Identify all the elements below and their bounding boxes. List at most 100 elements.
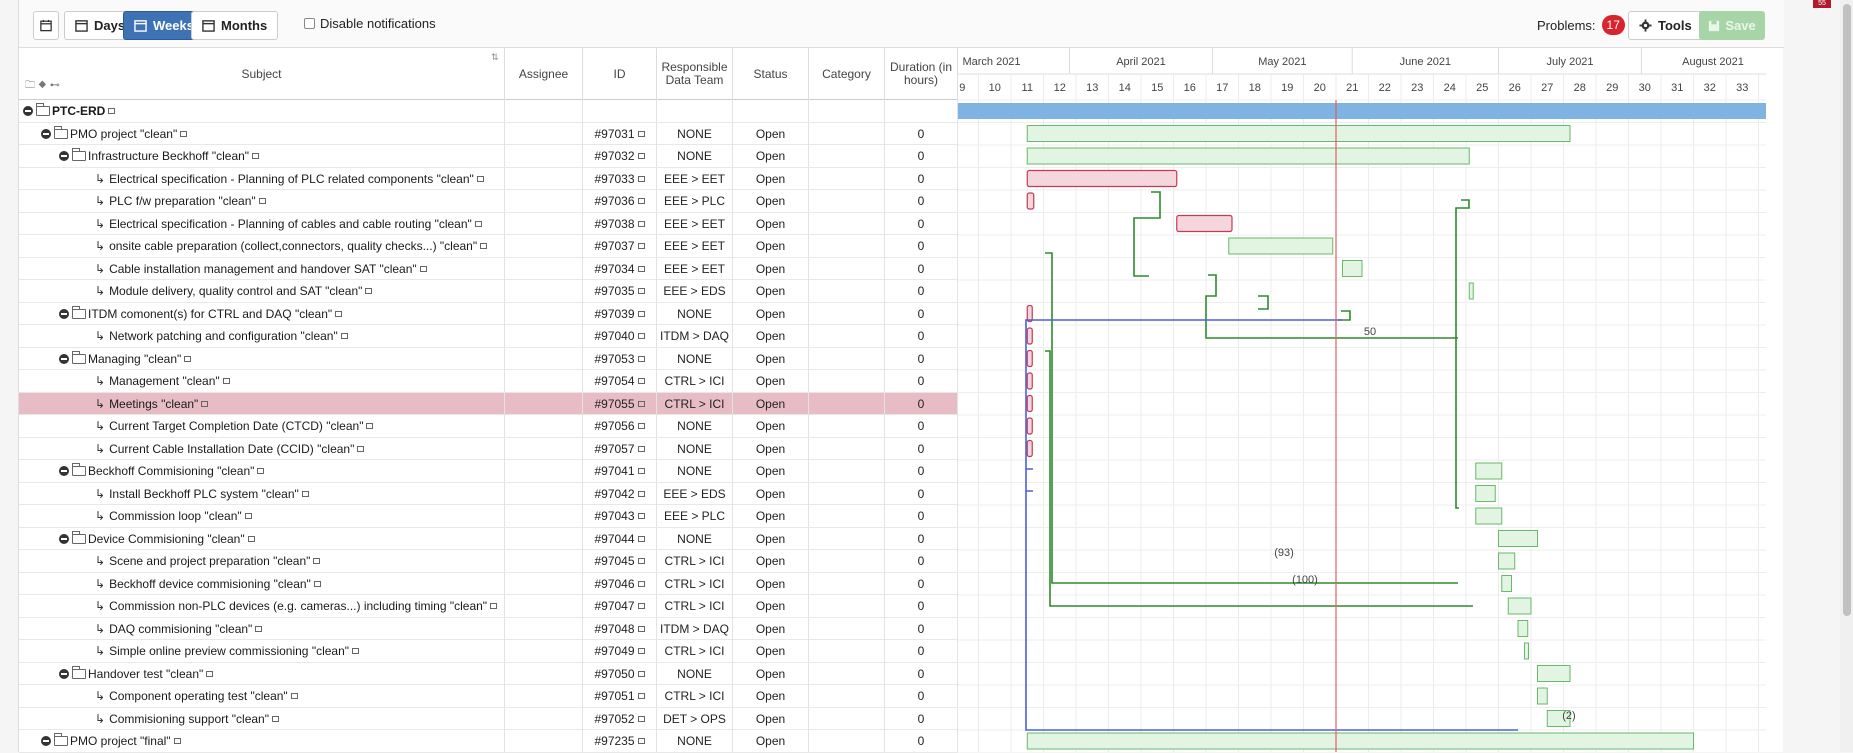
- id-cell[interactable]: #97033: [583, 167, 657, 190]
- collapse-toggle-icon[interactable]: [59, 668, 69, 679]
- subject-cell[interactable]: ↳ Current Cable Installation Date (CCID) …: [19, 437, 505, 460]
- subject-text[interactable]: Current Cable Installation Date (CCID) "…: [109, 442, 354, 456]
- duration-cell[interactable]: [885, 100, 958, 122]
- subject-cell[interactable]: ↳ Network patching and configuration "cle…: [19, 325, 505, 347]
- table-row[interactable]: PTC-ERD: [19, 100, 958, 123]
- open-detail-icon[interactable]: [637, 130, 645, 137]
- status-cell[interactable]: Open: [733, 370, 809, 392]
- task-bar[interactable]: [1026, 732, 1694, 750]
- open-detail-icon[interactable]: [258, 198, 266, 204]
- category-cell[interactable]: [809, 302, 885, 325]
- table-row[interactable]: ↳ Cable installation management and hando…: [19, 257, 958, 280]
- duration-cell[interactable]: 0: [885, 617, 958, 640]
- open-detail-icon[interactable]: [247, 535, 255, 542]
- assignee-cell[interactable]: [505, 347, 583, 370]
- assignee-cell[interactable]: [505, 325, 583, 347]
- task-bar[interactable]: [1026, 372, 1033, 390]
- status-cell[interactable]: Open: [733, 280, 809, 302]
- open-detail-icon[interactable]: [637, 265, 645, 272]
- task-bar[interactable]: [1176, 214, 1233, 233]
- open-detail-icon[interactable]: [637, 468, 645, 474]
- status-cell[interactable]: Open: [733, 527, 809, 550]
- table-row[interactable]: ↳ Install Beckhoff PLC system "clean" #970…: [19, 482, 958, 505]
- subject-cell[interactable]: Beckhoff Commisioning "clean": [19, 460, 505, 482]
- problems-indicator[interactable]: Problems: 17: [1537, 15, 1625, 35]
- assignee-cell[interactable]: [505, 572, 583, 595]
- subject-cell[interactable]: PTC-ERD: [19, 100, 505, 122]
- team-cell[interactable]: NONE: [657, 415, 733, 437]
- open-detail-icon[interactable]: [637, 175, 645, 182]
- table-row[interactable]: ↳ Meetings "clean" #97055 CTRL > ICI Open 0: [19, 392, 958, 415]
- open-detail-icon[interactable]: [637, 400, 645, 407]
- open-detail-icon[interactable]: [201, 400, 209, 407]
- id-cell[interactable]: #97050: [583, 662, 657, 685]
- category-cell[interactable]: [809, 730, 885, 752]
- scrollbar-thumb[interactable]: [1843, 4, 1851, 616]
- team-cell[interactable]: NONE: [657, 527, 733, 550]
- status-cell[interactable]: Open: [733, 212, 809, 235]
- open-detail-icon[interactable]: [257, 468, 265, 474]
- status-cell[interactable]: Open: [733, 505, 809, 527]
- duration-cell[interactable]: 0: [885, 392, 958, 415]
- category-cell[interactable]: [809, 392, 885, 415]
- subject-cell[interactable]: ↳ Beckhoff device commisioning "clean": [19, 572, 505, 595]
- status-cell[interactable]: Open: [733, 415, 809, 437]
- subject-cell[interactable]: Infrastructure Beckhoff "clean": [19, 145, 505, 167]
- category-cell[interactable]: [809, 235, 885, 257]
- assignee-cell[interactable]: [505, 302, 583, 325]
- assignee-cell[interactable]: [505, 280, 583, 302]
- task-bar[interactable]: [1498, 552, 1516, 570]
- subject-cell[interactable]: ↳ PLC f/w preparation "clean": [19, 190, 505, 212]
- team-cell[interactable]: CTRL > ICI: [657, 392, 733, 415]
- subject-text[interactable]: Network patching and configuration "clea…: [109, 329, 338, 343]
- duration-cell[interactable]: 0: [885, 257, 958, 280]
- status-cell[interactable]: Open: [733, 685, 809, 707]
- open-detail-icon[interactable]: [637, 198, 645, 204]
- id-cell[interactable]: #97035: [583, 280, 657, 302]
- disable-notifications-toggle[interactable]: Disable notifications: [304, 16, 436, 31]
- open-detail-icon[interactable]: [244, 513, 252, 519]
- side-badge[interactable]: 55: [1813, 0, 1831, 8]
- table-row[interactable]: PMO project "clean" #97031 NONE Open 0: [19, 122, 958, 145]
- sort-icon[interactable]: ⇅: [491, 52, 499, 63]
- id-cell[interactable]: #97036: [583, 190, 657, 212]
- status-cell[interactable]: Open: [733, 662, 809, 685]
- open-detail-icon[interactable]: [474, 220, 482, 227]
- id-cell[interactable]: #97053: [583, 347, 657, 370]
- checkbox[interactable]: [304, 18, 315, 29]
- subject-text[interactable]: Managing "clean": [88, 352, 181, 366]
- table-row[interactable]: ↳ Simple online preview commissioning "cl…: [19, 640, 958, 663]
- open-detail-icon[interactable]: [637, 603, 645, 609]
- task-bar[interactable]: [1026, 147, 1470, 165]
- category-cell[interactable]: [809, 437, 885, 460]
- status-cell[interactable]: Open: [733, 640, 809, 662]
- category-cell[interactable]: [809, 617, 885, 640]
- open-detail-icon[interactable]: [206, 670, 214, 677]
- team-cell[interactable]: EEE > PLC: [657, 190, 733, 212]
- subject-text[interactable]: Commission non-PLC devices (e.g. cameras…: [109, 599, 487, 613]
- id-cell[interactable]: #97051: [583, 685, 657, 707]
- id-cell[interactable]: #97049: [583, 640, 657, 662]
- open-detail-icon[interactable]: [637, 715, 645, 722]
- open-detail-icon[interactable]: [637, 648, 645, 654]
- open-detail-icon[interactable]: [637, 445, 645, 452]
- status-cell[interactable]: Open: [733, 550, 809, 572]
- id-cell[interactable]: #97041: [583, 460, 657, 482]
- subject-text[interactable]: PLC f/w preparation "clean": [109, 194, 256, 208]
- task-bar[interactable]: [1026, 169, 1178, 188]
- category-cell[interactable]: [809, 640, 885, 662]
- subject-text[interactable]: Current Target Completion Date (CTCD) "c…: [109, 419, 363, 433]
- duration-cell[interactable]: 0: [885, 662, 958, 685]
- table-row[interactable]: ↳ Electrical specification - Planning of …: [19, 212, 958, 235]
- category-column-header[interactable]: Category: [809, 48, 885, 100]
- open-detail-icon[interactable]: [366, 423, 374, 429]
- task-bar[interactable]: [1501, 575, 1512, 592]
- duration-cell[interactable]: 0: [885, 145, 958, 167]
- subject-cell[interactable]: ↳ Meetings "clean": [19, 392, 505, 415]
- status-cell[interactable]: Open: [733, 257, 809, 280]
- id-cell[interactable]: #97032: [583, 145, 657, 167]
- category-cell[interactable]: [809, 347, 885, 370]
- id-cell[interactable]: #97042: [583, 482, 657, 505]
- team-cell[interactable]: ITDM > DAQ: [657, 617, 733, 640]
- category-cell[interactable]: [809, 482, 885, 505]
